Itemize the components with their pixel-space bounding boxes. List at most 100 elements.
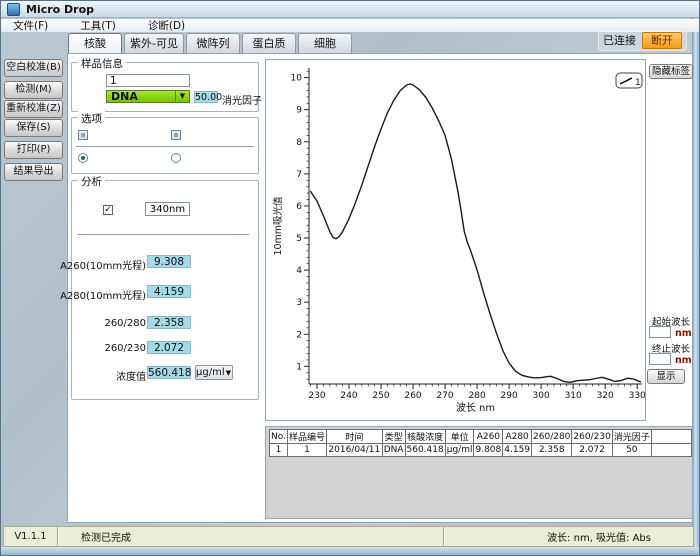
table-cell: 560.418	[405, 444, 445, 457]
table-cell: 4.159	[503, 444, 532, 457]
results-table-panel: No.样品编号时间类型核酸浓度单位A260A280260/280260/230消…	[265, 426, 693, 519]
svg-text:4: 4	[296, 266, 302, 276]
hide-label-button[interactable]: 隐藏标签	[649, 64, 693, 79]
table-cell: 2.072	[572, 444, 612, 457]
status-right-info: 波长: nm, 吸光值: Abs	[444, 527, 693, 546]
table-row[interactable]: 112016/04/11DNA560.418μg/ml9.8084.1592.3…	[270, 444, 692, 457]
titlebar: Micro Drop	[1, 1, 699, 18]
sidebar-button-4[interactable]: 打印(P)	[4, 141, 63, 159]
table-header-cell: 时间	[326, 430, 382, 444]
options-groupbox: 选项	[71, 117, 259, 174]
analysis-groupbox: 分析 ✓ A260(10mm光程)9.308A280(10mm光程)4.1592…	[71, 180, 259, 400]
spectrum-chart: 1234567891023024025026027028029030031032…	[266, 60, 645, 420]
svg-text:280: 280	[469, 391, 486, 401]
connection-area: 已连接 断开	[598, 29, 687, 51]
extinction-factor-field[interactable]: 50.00	[194, 91, 218, 103]
table-cell: 9.808	[474, 444, 503, 457]
sidebar-button-3[interactable]: 保存(S)	[4, 119, 63, 137]
svg-text:10: 10	[291, 74, 303, 84]
wavelength-340-input[interactable]	[145, 202, 190, 216]
svg-text:3: 3	[296, 298, 302, 308]
concentration-label: 浓度值	[116, 368, 146, 383]
sidebar-button-1[interactable]: 检测(M)	[4, 81, 63, 99]
options-divider	[76, 146, 254, 147]
main-panel: 样品信息 DNA ▼ 50.00 消光因子 选项 分析 ✓ A260(10mm光…	[67, 53, 693, 523]
disconnect-button[interactable]: 断开	[642, 32, 682, 49]
unit-combo[interactable]: μg/ml ▼	[195, 365, 233, 380]
table-cell: 50	[612, 444, 651, 457]
tab-3[interactable]: 蛋白质	[242, 33, 296, 53]
table-cell: 2016/04/11	[326, 444, 382, 457]
tab-strip: 核酸紫外-可见微阵列蛋白质细胞	[68, 33, 352, 53]
table-cell: μg/ml	[445, 444, 474, 457]
table-cell: 1	[287, 444, 326, 457]
table-header-cell	[651, 430, 691, 444]
analysis-divider	[77, 234, 249, 235]
start-wavelength-input[interactable]	[649, 326, 671, 338]
option-checkbox-2[interactable]	[171, 130, 181, 140]
table-header-cell: 样品编号	[287, 430, 326, 444]
show-button[interactable]: 显示	[647, 369, 685, 384]
analysis-title: 分析	[78, 174, 105, 189]
table-header-cell: 260/280	[532, 430, 572, 444]
analysis-row-value: 2.358	[147, 316, 191, 329]
svg-text:250: 250	[372, 391, 389, 401]
svg-text:6: 6	[296, 202, 302, 212]
sidebar-button-0[interactable]: 空白校准(B)	[4, 59, 63, 77]
version-label: V1.1.1	[4, 527, 58, 546]
table-header-cell: 单位	[445, 430, 474, 444]
chevron-down-icon: ▼	[225, 369, 232, 377]
analysis-row-value: 9.308	[147, 255, 191, 268]
sidebar-button-2[interactable]: 重新校准(Z)	[4, 100, 63, 118]
analysis-row-value: 4.159	[147, 285, 191, 298]
end-wavelength-input[interactable]	[649, 353, 671, 365]
svg-text:230: 230	[308, 391, 325, 401]
option-checkbox-1[interactable]	[78, 130, 88, 140]
status-bar: V1.1.1 检测已完成 波长: nm, 吸光值: Abs	[3, 526, 694, 547]
tab-0[interactable]: 核酸	[68, 33, 122, 53]
spectrum-chart-panel: 1234567891023024025026027028029030031032…	[265, 59, 646, 421]
svg-text:240: 240	[340, 391, 357, 401]
svg-text:1: 1	[635, 78, 641, 88]
chevron-down-icon: ▼	[175, 91, 189, 102]
svg-text:波长 nm: 波长 nm	[456, 401, 495, 414]
analysis-row-label: A260(10mm光程)	[60, 257, 146, 272]
table-cell: DNA	[382, 444, 405, 457]
svg-text:7: 7	[296, 170, 302, 180]
table-header-cell: A260	[474, 430, 503, 444]
option-radio-1[interactable]	[78, 153, 88, 163]
sample-info-groupbox: 样品信息 DNA ▼ 50.00 消光因子	[71, 62, 259, 112]
tab-2[interactable]: 微阵列	[186, 33, 240, 53]
menu-item-0[interactable]: 文件(F)	[13, 18, 48, 33]
sample-type-combo[interactable]: DNA ▼	[106, 90, 190, 103]
table-header-cell: A280	[503, 430, 532, 444]
tab-1[interactable]: 紫外-可见	[124, 33, 184, 53]
svg-text:310: 310	[565, 391, 582, 401]
svg-text:8: 8	[296, 138, 302, 148]
sidebar-button-5[interactable]: 结果导出	[4, 163, 63, 181]
window-frame-bottom	[1, 547, 699, 555]
sample-info-title: 样品信息	[78, 56, 126, 71]
svg-text:330: 330	[629, 391, 645, 401]
option-radio-2[interactable]	[171, 153, 181, 163]
svg-text:2: 2	[296, 330, 302, 340]
connection-status-label: 已连接	[603, 32, 636, 48]
table-header-cell: 260/230	[572, 430, 612, 444]
sample-id-input[interactable]	[106, 74, 190, 87]
concentration-value: 560.418	[147, 366, 191, 379]
svg-text:320: 320	[597, 391, 614, 401]
tab-4[interactable]: 细胞	[298, 33, 352, 53]
wavelength-340-checkbox[interactable]: ✓	[103, 205, 113, 215]
table-cell: 2.358	[532, 444, 572, 457]
menu-item-1[interactable]: 工具(T)	[80, 18, 116, 33]
analysis-row-value: 2.072	[147, 341, 191, 354]
table-header-cell: 核酸浓度	[405, 430, 445, 444]
menu-item-2[interactable]: 诊断(D)	[148, 18, 185, 33]
svg-text:9: 9	[296, 106, 302, 116]
svg-text:290: 290	[501, 391, 518, 401]
table-header-cell: 类型	[382, 430, 405, 444]
sample-type-value: DNA	[107, 90, 175, 103]
unit-value: μg/ml	[196, 367, 225, 378]
table-header-row: No.样品编号时间类型核酸浓度单位A260A280260/280260/230消…	[270, 430, 692, 444]
analysis-row-label: A280(10mm光程)	[60, 287, 146, 302]
